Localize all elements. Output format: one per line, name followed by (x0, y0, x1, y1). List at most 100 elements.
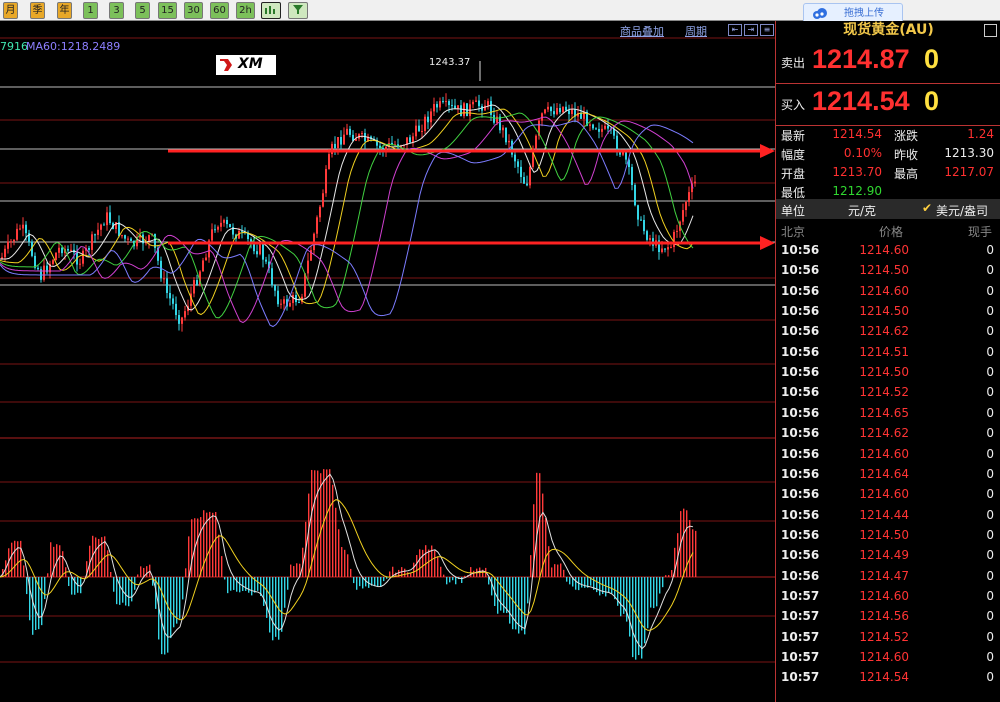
candle-body (424, 116, 426, 132)
tick-time: 10:56 (781, 487, 820, 502)
candle-body (274, 285, 276, 291)
tick-price: 1214.52 (859, 385, 909, 400)
candle-body (565, 106, 567, 111)
macd-bar (563, 569, 565, 577)
expand-left-icon[interactable]: ⇤ (728, 24, 742, 36)
tick-time: 10:56 (781, 507, 820, 522)
tick-time: 10:56 (781, 466, 820, 481)
macd-bar (629, 577, 631, 637)
stat-value: 0.10% (843, 146, 882, 160)
tick-volume: 0 (986, 568, 994, 583)
macd-bar (413, 562, 415, 577)
sell-row: 卖出 1214.87 0 (776, 41, 1000, 84)
candle-body (553, 111, 555, 115)
candle-body (67, 248, 69, 251)
ma-line-short (0, 104, 694, 311)
filter-icon[interactable] (288, 2, 308, 19)
overlay-link[interactable]: 商品叠加 (620, 23, 664, 39)
period-button-5m[interactable]: 5 (135, 2, 150, 19)
chart-icon[interactable] (261, 2, 281, 19)
check-icon[interactable]: ✔ (922, 201, 932, 215)
tick-volume: 0 (986, 609, 994, 624)
macd-bar (635, 577, 637, 660)
macd-bar (179, 577, 181, 619)
macd-bar (197, 518, 199, 577)
expand-right-icon[interactable]: ⇥ (744, 24, 758, 36)
stat-row: 幅度 0.10% 昨收 1213.30 (776, 144, 1000, 163)
macd-bar (227, 577, 229, 594)
macd-bar (296, 563, 298, 577)
period-button-30m[interactable]: 30 (184, 2, 203, 19)
candle-body (601, 128, 603, 132)
panel-window-icon[interactable] (984, 24, 997, 37)
sell-volume: 0 (924, 44, 940, 74)
tick-volume: 0 (986, 487, 994, 502)
candle-body (556, 108, 558, 115)
period-button-1m[interactable]: 1 (83, 2, 98, 19)
period-button-2h[interactable]: 2h (236, 2, 255, 19)
ma-line-long (0, 112, 694, 319)
candle-body (616, 135, 618, 152)
candle-body (229, 224, 231, 228)
macd-bar (659, 577, 661, 594)
candle-body (550, 106, 552, 112)
chart-area[interactable]: 商品叠加 周期 ⇤ ⇥ ≡ 7916 MA60:1218.2489 XM 124… (0, 21, 775, 702)
buy-price: 1214.54 (812, 86, 910, 116)
macd-bar (257, 577, 259, 591)
period-link[interactable]: 周期 (685, 23, 707, 39)
candle-body (685, 201, 687, 211)
candle-body (643, 219, 645, 232)
tick-time: 10:57 (781, 670, 820, 685)
tick-row: 10:57 1214.52 0 (776, 627, 1000, 647)
candle-body (493, 114, 495, 123)
period-button-60m[interactable]: 60 (210, 2, 229, 19)
candle-body (580, 113, 582, 119)
macd-bar (287, 577, 289, 590)
period-button-month[interactable]: 月 (3, 2, 18, 19)
macd-bar (608, 577, 610, 594)
tick-price: 1214.44 (859, 507, 909, 522)
macd-bar (353, 577, 355, 584)
tick-time: 10:56 (781, 426, 820, 441)
macd-bar (191, 519, 193, 577)
candle-body (181, 317, 183, 324)
macd-bar (221, 556, 223, 577)
period-button-year[interactable]: 年 (57, 2, 72, 19)
candle-body (328, 154, 330, 170)
candle-body (454, 105, 456, 109)
macd-bar (566, 577, 568, 582)
tick-row: 10:56 1214.60 0 (776, 484, 1000, 504)
macd-bar (125, 577, 127, 606)
macd-bar (560, 563, 562, 577)
macd-bar (62, 551, 64, 577)
candle-body (631, 167, 633, 185)
unit-alt-option[interactable]: 美元/盎司 (936, 202, 988, 219)
candle-body (211, 229, 213, 241)
macd-bar (182, 577, 184, 600)
candle-body (217, 226, 219, 230)
candle-body (307, 260, 309, 274)
period-button-quarter[interactable]: 季 (30, 2, 45, 19)
tick-volume: 0 (986, 446, 994, 461)
macd-bar (14, 540, 16, 577)
stat-label: 开盘 (781, 167, 806, 181)
tick-price: 1214.62 (859, 426, 909, 441)
candle-body (298, 302, 300, 304)
menu-icon[interactable]: ≡ (760, 24, 774, 36)
macd-bar (236, 577, 238, 592)
macd-bar (116, 577, 118, 605)
period-button-3m[interactable]: 3 (109, 2, 124, 19)
macd-bar (110, 571, 112, 577)
macd-bar (470, 567, 472, 577)
tick-time: 10:56 (781, 344, 820, 359)
candle-body (334, 143, 336, 149)
tick-volume: 0 (986, 405, 994, 420)
macd-bar (293, 566, 295, 577)
kline-chart[interactable] (0, 21, 775, 702)
unit-row: 单位 元/克 ✔ 美元/盎司 (776, 199, 1000, 219)
tick-volume: 0 (986, 344, 994, 359)
macd-bar (68, 577, 70, 587)
period-button-15m[interactable]: 15 (158, 2, 177, 19)
candle-body (337, 137, 339, 149)
macd-bar (641, 577, 643, 659)
